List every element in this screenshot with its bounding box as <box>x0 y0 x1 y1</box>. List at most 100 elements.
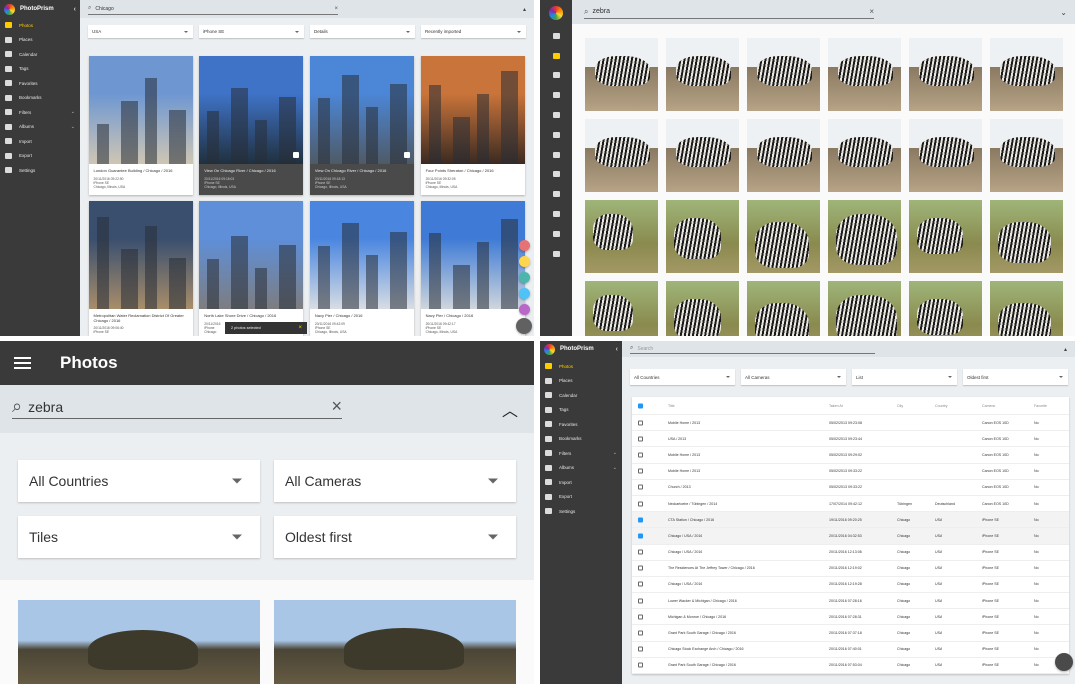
photo-tile[interactable] <box>274 600 516 684</box>
selected-checkbox[interactable] <box>293 152 300 158</box>
table-cell[interactable]: The Residences At The Jeffrey Tower / Ch… <box>668 566 755 570</box>
table-row[interactable]: The Residences At The Jeffrey Tower / Ch… <box>632 561 1069 577</box>
photo-tile[interactable] <box>666 281 739 336</box>
photo-tile[interactable] <box>666 200 739 273</box>
table-cell[interactable]: Mobile Home / 2013 <box>668 453 700 457</box>
menu-icon[interactable] <box>14 357 31 369</box>
row-checkbox[interactable] <box>638 614 643 620</box>
sidebar-item-photos[interactable]: Photos <box>0 18 80 33</box>
sort-select[interactable]: Recently imported <box>421 25 526 38</box>
photo-thumbnail[interactable] <box>199 56 304 164</box>
favorites-icon[interactable] <box>540 125 572 145</box>
photo-thumbnail[interactable] <box>309 56 414 164</box>
sidebar-item-export[interactable]: Export <box>0 149 80 164</box>
settings-icon[interactable] <box>540 244 572 264</box>
table-row[interactable]: Church / 2013 05/02/2013 09:33:22 Canon EO… <box>632 480 1069 496</box>
photo-tile[interactable] <box>747 38 820 111</box>
sidebar-item-places[interactable]: Places <box>540 374 622 389</box>
photo-tile[interactable] <box>747 119 820 192</box>
table-row[interactable]: Lower Wacker & Michigan / Chicago / 2016… <box>632 593 1069 610</box>
tags-icon[interactable] <box>540 105 572 125</box>
column-header[interactable]: Title <box>668 404 675 408</box>
table-cell[interactable]: Grant Park South Garage / Chicago / 2016 <box>668 631 736 635</box>
table-cell[interactable]: CTA Station / Chicago / 2016 <box>668 518 714 522</box>
photo-tile[interactable] <box>18 600 260 684</box>
photo-card[interactable]: Navy Pier / Chicago / 2016 20/11/2016 09:… <box>309 201 414 336</box>
sidebar-item-tags[interactable]: Tags <box>0 62 80 77</box>
clear-search-icon[interactable]: × <box>331 396 342 417</box>
photo-thumbnail[interactable] <box>309 201 414 309</box>
photo-tile[interactable] <box>828 281 901 336</box>
view-select[interactable]: Tiles <box>18 516 260 558</box>
photo-thumbnail[interactable] <box>420 201 525 309</box>
photo-tile[interactable] <box>990 119 1063 192</box>
column-header[interactable]: Taken At <box>829 404 843 408</box>
sidebar-item-settings[interactable]: Settings <box>540 504 622 519</box>
sidebar-item-places[interactable]: Places <box>0 33 80 48</box>
sidebar-item-export[interactable]: Export <box>540 490 622 505</box>
photo-tile[interactable] <box>909 281 982 336</box>
photo-tile[interactable] <box>585 200 658 273</box>
clear-selection-icon[interactable]: × <box>298 325 302 331</box>
collapse-sidebar-icon[interactable]: ‹ <box>74 6 76 13</box>
table-cell[interactable]: Chicago / USA / 2016 <box>668 582 702 586</box>
export-icon[interactable] <box>540 224 572 244</box>
table-row[interactable]: CTA Station / Chicago / 2016 19/11/2016 0… <box>632 512 1069 529</box>
albums-icon[interactable] <box>540 184 572 204</box>
sort-select[interactable]: Oldest first <box>274 516 516 558</box>
action-fab-5[interactable] <box>516 318 532 334</box>
photo-tile[interactable] <box>990 200 1063 273</box>
photo-thumbnail[interactable] <box>420 56 525 164</box>
photo-tile[interactable] <box>585 38 658 111</box>
column-header[interactable]: Country <box>935 404 948 408</box>
collapse-sidebar-icon[interactable]: ‹ <box>616 346 618 353</box>
sidebar-item-tags[interactable]: Tags <box>540 403 622 418</box>
photo-thumbnail[interactable] <box>88 201 193 309</box>
photo-card[interactable]: London Guarantee Building / Chicago / 20… <box>88 56 193 195</box>
row-checkbox[interactable] <box>638 646 643 652</box>
view-select[interactable]: List <box>852 369 957 385</box>
import-icon[interactable] <box>540 204 572 224</box>
photo-thumbnail[interactable] <box>88 56 193 164</box>
country-select[interactable]: USA <box>88 25 193 38</box>
table-row[interactable]: Mobile Home / 2013 05/02/2013 09:29:02 Can… <box>632 447 1069 464</box>
row-checkbox[interactable] <box>638 452 643 458</box>
table-row[interactable]: Mobile Home / 2013 05/02/2013 09:23:08 Can… <box>632 415 1069 432</box>
table-cell[interactable]: Neckartoebe / Tübingen / 2014 <box>668 502 717 506</box>
collapse-filters-icon[interactable]: ▴ <box>523 6 526 13</box>
sort-select[interactable]: Oldest first <box>963 369 1068 385</box>
row-checkbox[interactable] <box>638 565 643 571</box>
sidebar-item-bookmarks[interactable]: Bookmarks <box>0 91 80 106</box>
expand-filters-icon[interactable]: ⌄ <box>1060 8 1067 17</box>
row-checkbox[interactable] <box>638 501 643 507</box>
collapse-filters-icon[interactable]: ︿ <box>502 397 518 421</box>
row-checkbox[interactable] <box>638 484 643 490</box>
sidebar-item-favorites[interactable]: Favorites <box>540 417 622 432</box>
table-cell[interactable]: Michigan & Monroe / Chicago / 2016 <box>668 615 726 619</box>
photo-tile[interactable] <box>585 281 658 336</box>
action-fab-4[interactable] <box>519 304 530 315</box>
photo-tile[interactable] <box>747 200 820 273</box>
sidebar-item-bookmarks[interactable]: Bookmarks <box>540 432 622 447</box>
search-icon[interactable] <box>540 165 572 185</box>
table-cell[interactable]: Chicago / USA / 2016 <box>668 550 702 554</box>
photos-icon[interactable] <box>540 46 572 66</box>
table-cell[interactable]: Lower Wacker & Michigan / Chicago / 2016 <box>668 599 737 603</box>
column-header[interactable]: City <box>897 404 903 408</box>
sidebar-item-albums[interactable]: Albums ⌄ <box>0 120 80 135</box>
action-fab-3[interactable] <box>519 288 530 299</box>
row-checkbox[interactable] <box>638 420 643 426</box>
collapse-filters-icon[interactable]: ▴ <box>1064 346 1067 353</box>
camera-select[interactable]: iPhone SE <box>199 25 304 38</box>
bookmarks-icon[interactable] <box>540 145 572 165</box>
photo-card[interactable]: View On Chicago River / Chicago / 2016 20… <box>199 56 304 195</box>
country-select[interactable]: All Countries <box>18 460 260 502</box>
table-cell[interactable]: Church / 2013 <box>668 485 691 489</box>
camera-select[interactable]: All Cameras <box>274 460 516 502</box>
photo-tile[interactable] <box>585 119 658 192</box>
row-checkbox[interactable] <box>638 468 643 474</box>
photo-card[interactable]: Navy Pier / Chicago / 2016 20/11/2016 09:… <box>420 201 525 336</box>
clear-search-icon[interactable]: × <box>869 7 874 16</box>
photo-card[interactable]: North Lake Shore Drive / Chicago / 2016 2… <box>199 201 304 336</box>
row-checkbox[interactable] <box>638 662 643 668</box>
